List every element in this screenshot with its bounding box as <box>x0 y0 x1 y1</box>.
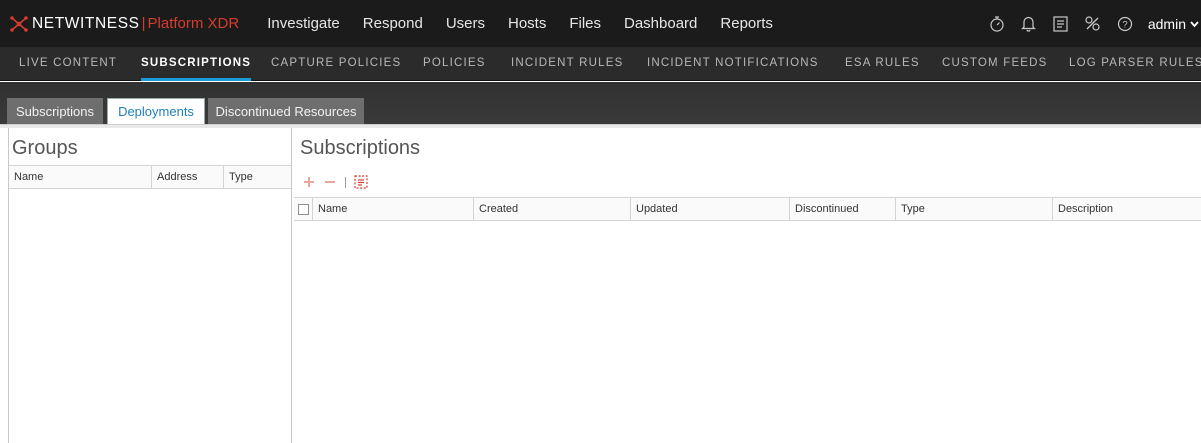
nav-files[interactable]: Files <box>569 15 601 32</box>
checklist-icon[interactable] <box>1052 15 1070 33</box>
chevron-down-icon <box>1190 20 1199 27</box>
subscriptions-toolbar <box>300 173 373 191</box>
secondary-nav: LIVE CONTENT SUBSCRIPTIONS CAPTURE POLIC… <box>0 47 1201 81</box>
user-name: admin <box>1147 15 1186 32</box>
column-header-discontinued[interactable]: Discontinued <box>790 198 896 220</box>
tab-subscriptions[interactable]: Subscriptions <box>7 98 103 124</box>
groups-title: Groups <box>12 137 78 159</box>
column-header-description[interactable]: Description <box>1053 198 1201 220</box>
tab-deployments[interactable]: Deployments <box>107 98 205 124</box>
column-header-name[interactable]: Name <box>9 166 152 188</box>
toolbar-divider <box>345 176 346 188</box>
user-menu[interactable]: admin <box>1148 16 1201 32</box>
brand-separator: | <box>141 15 146 32</box>
remove-icon[interactable] <box>321 173 339 191</box>
nav-respond[interactable]: Respond <box>363 15 423 32</box>
tab-discontinued-resources[interactable]: Discontinued Resources <box>208 98 364 124</box>
column-header-type[interactable]: Type <box>896 198 1053 220</box>
column-header-created[interactable]: Created <box>474 198 631 220</box>
subnav-policies[interactable]: POLICIES <box>423 57 486 81</box>
subscriptions-title: Subscriptions <box>300 137 421 159</box>
subnav-live-content[interactable]: LIVE CONTENT <box>19 57 117 81</box>
top-icons: ? admin <box>988 0 1201 47</box>
nav-reports[interactable]: Reports <box>720 15 773 32</box>
main-nav: Investigate Respond Users Hosts Files Da… <box>267 0 796 47</box>
subnav-incident-rules[interactable]: INCIDENT RULES <box>511 57 623 81</box>
groups-panel: Groups Name Address Type <box>8 128 292 443</box>
column-header-type[interactable]: Type <box>224 166 291 188</box>
nav-dashboard[interactable]: Dashboard <box>624 15 697 32</box>
brand-name: NETWITNESS <box>32 14 140 32</box>
subscriptions-panel: Subscriptions Name Created Updated Disco… <box>294 128 1201 443</box>
bell-icon[interactable] <box>1020 15 1038 33</box>
nav-users[interactable]: Users <box>446 15 485 32</box>
svg-text:?: ? <box>1122 19 1127 30</box>
tab-strip: Subscriptions Deployments Discontinued R… <box>0 82 1201 124</box>
subscriptions-table-header: Name Created Updated Discontinued Type D… <box>294 197 1201 221</box>
timer-icon[interactable] <box>988 15 1006 33</box>
nav-hosts[interactable]: Hosts <box>508 15 546 32</box>
column-header-address[interactable]: Address <box>152 166 224 188</box>
help-icon[interactable]: ? <box>1116 15 1134 33</box>
add-icon[interactable] <box>300 173 318 191</box>
select-all-checkbox[interactable] <box>297 203 309 215</box>
nav-investigate[interactable]: Investigate <box>267 15 340 32</box>
subnav-capture-policies[interactable]: CAPTURE POLICIES <box>271 57 401 81</box>
brand[interactable]: NETWITNESS | Platform XDR <box>0 0 239 47</box>
select-all-cell <box>294 198 313 220</box>
groups-table-header: Name Address Type <box>9 165 291 189</box>
subnav-custom-feeds[interactable]: CUSTOM FEEDS <box>942 57 1048 81</box>
subnav-log-parser-rules[interactable]: LOG PARSER RULES <box>1069 57 1201 81</box>
brand-product: Platform XDR <box>147 15 240 32</box>
subnav-esa-rules[interactable]: ESA RULES <box>845 57 920 81</box>
tools-icon[interactable] <box>1084 15 1102 33</box>
top-navigation-bar: NETWITNESS | Platform XDR Investigate Re… <box>0 0 1201 47</box>
column-header-updated[interactable]: Updated <box>631 198 790 220</box>
subnav-incident-notifications[interactable]: INCIDENT NOTIFICATIONS <box>647 57 819 81</box>
details-icon[interactable] <box>352 173 370 191</box>
netwitness-logo-icon <box>10 15 28 32</box>
subnav-subscriptions[interactable]: SUBSCRIPTIONS <box>141 57 252 81</box>
column-header-name[interactable]: Name <box>313 198 474 220</box>
